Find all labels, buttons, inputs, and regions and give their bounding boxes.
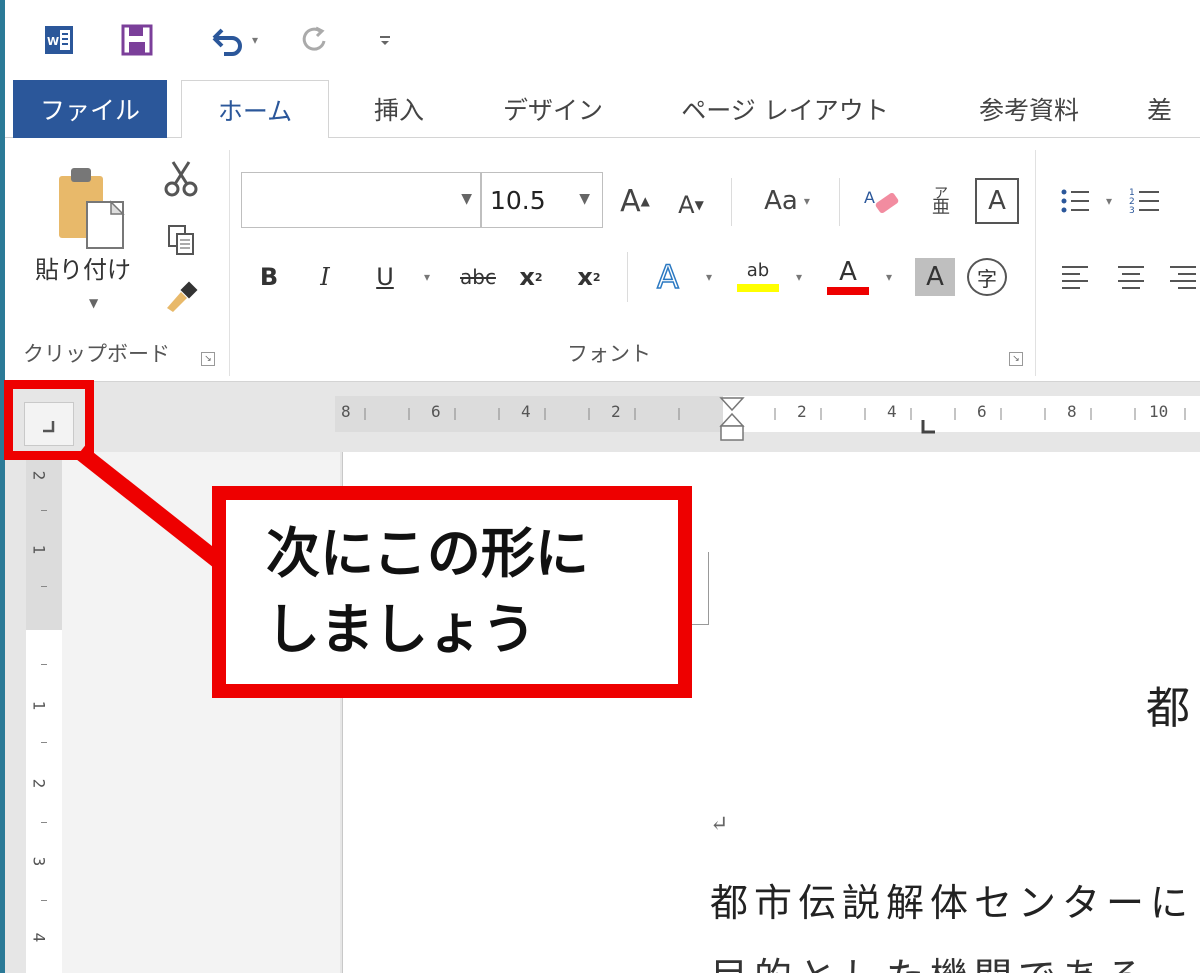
ruler-tick [41, 664, 47, 665]
margin-corner-mark [708, 552, 709, 624]
separator [731, 178, 732, 226]
font-color-bar [827, 287, 869, 295]
group-separator [1035, 150, 1036, 376]
ruler-ticks [364, 408, 1186, 420]
ruler-number: 3 [29, 856, 49, 867]
change-case-label: Aa [764, 186, 798, 216]
subscript-glyph: x [519, 263, 535, 291]
font-size-combobox[interactable]: 10.5 ▼ [481, 172, 603, 228]
clear-formatting-icon[interactable]: A [857, 178, 907, 224]
font-name-dropdown-icon[interactable]: ▼ [461, 191, 472, 207]
svg-text:3: 3 [1129, 206, 1135, 216]
font-size-value: 10.5 [490, 185, 546, 215]
highlight-dropdown-icon[interactable]: ▾ [789, 254, 809, 300]
ruler-tick [41, 822, 47, 823]
text-effects-icon[interactable]: A [645, 254, 691, 300]
grow-font-icon[interactable]: A ▲ [615, 178, 655, 224]
underline-button[interactable]: U [367, 254, 403, 300]
shrink-font-icon[interactable]: A ▼ [673, 182, 709, 228]
document-body-line: 目的とした機関である。 [710, 946, 1194, 973]
tab-page-layout[interactable]: ページ レイアウト [665, 80, 905, 138]
ruler-tick [41, 900, 47, 901]
font-launcher-icon[interactable]: ↘ [1009, 352, 1023, 366]
ruler-number: 2 [29, 778, 49, 789]
left-tab-stop-icon[interactable] [919, 418, 939, 438]
ruler-number: 1 [29, 700, 49, 711]
document-title: 都 [1146, 683, 1190, 734]
bullets-dropdown-icon[interactable]: ▾ [1099, 188, 1119, 214]
tab-mailings[interactable]: 差 [1147, 80, 1200, 138]
underline-dropdown-icon[interactable]: ▾ [417, 254, 437, 300]
change-case-dropdown-icon: ▾ [803, 194, 810, 208]
annotation-callout: 次にこの形に しましょう [212, 486, 692, 698]
horizontal-ruler[interactable]: 8 6 4 2 2 4 6 8 10 [335, 396, 1200, 432]
superscript-button[interactable]: x2 [567, 254, 611, 300]
font-group-label: フォント [567, 342, 651, 366]
font-color-icon[interactable]: A [823, 254, 873, 300]
svg-text:A: A [864, 188, 875, 207]
ruler-tick [41, 742, 47, 743]
change-case-button[interactable]: Aa ▾ [747, 178, 827, 224]
callout-line: しましょう [266, 598, 536, 661]
redo-icon[interactable] [295, 22, 335, 58]
customize-qat-icon[interactable] [365, 22, 405, 58]
ruler-number: 4 [29, 932, 49, 943]
highlight-icon[interactable]: ab [733, 254, 783, 300]
character-border-icon[interactable]: A [975, 178, 1019, 224]
superscript-glyph: x [577, 263, 593, 291]
annotation-highlight-box [4, 380, 94, 460]
indent-markers-icon[interactable] [717, 396, 747, 456]
highlight-glyph: ab [746, 260, 770, 281]
align-left-icon[interactable] [1055, 254, 1095, 300]
grow-font-glyph: A [620, 183, 641, 219]
separator [627, 252, 628, 302]
highlight-color-bar [737, 284, 779, 292]
tab-design[interactable]: デザイン [489, 80, 617, 138]
tab-references[interactable]: 参考資料 [949, 80, 1109, 138]
tab-insert[interactable]: 挿入 [349, 80, 449, 138]
font-color-glyph: A [839, 257, 857, 287]
phonetic-guide-glyph: 亜 [932, 197, 950, 218]
bullets-icon[interactable] [1055, 178, 1095, 224]
align-right-icon[interactable] [1165, 254, 1200, 300]
text-effects-dropdown-icon[interactable]: ▾ [699, 254, 719, 300]
shrink-font-glyph: A [678, 191, 695, 219]
character-border-glyph: A [988, 186, 1006, 216]
character-shading-icon[interactable]: A [915, 258, 955, 296]
document-body-line: 都市伝説解体センターに [710, 881, 1195, 925]
separator [839, 178, 840, 226]
font-color-dropdown-icon[interactable]: ▾ [879, 254, 899, 300]
subscript-button[interactable]: x2 [511, 254, 551, 300]
phonetic-guide-icon[interactable]: ア亜 [919, 176, 963, 226]
italic-button[interactable]: I [307, 254, 343, 300]
enclose-characters-icon[interactable]: 字 [967, 258, 1007, 296]
numbering-icon[interactable]: 123 [1125, 178, 1165, 224]
paragraph-mark: ↵ [710, 812, 729, 837]
font-size-dropdown-icon[interactable]: ▼ [579, 191, 590, 207]
align-center-icon[interactable] [1111, 254, 1151, 300]
callout-line: 次にこの形に [266, 522, 589, 585]
strikethrough-button[interactable]: abc [451, 254, 505, 300]
